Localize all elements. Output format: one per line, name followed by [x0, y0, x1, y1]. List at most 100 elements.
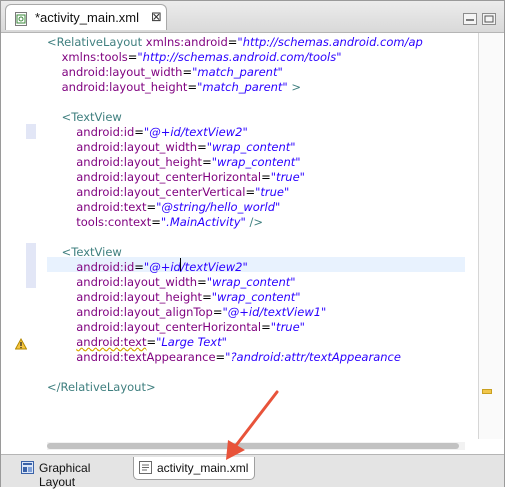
- code-line[interactable]: android:text="Large Text": [47, 335, 227, 350]
- code-token: =: [146, 200, 157, 214]
- code-line[interactable]: android:id="@+id/textView2": [47, 260, 248, 275]
- code-line[interactable]: android:id="@+id/textView2": [47, 125, 248, 140]
- code-line[interactable]: tools:context=".MainActivity" />: [47, 215, 263, 230]
- code-line[interactable]: android:layout_centerHorizontal="true": [47, 320, 305, 335]
- warning-overview-marker[interactable]: [482, 389, 492, 394]
- code-line[interactable]: <TextView: [47, 245, 122, 260]
- xml-editor-window: *activity_main.xml ⊠ <RelativeLayout xml…: [0, 0, 505, 489]
- maximize-icon[interactable]: [482, 10, 496, 25]
- code-token: "true": [270, 320, 305, 334]
- code-token: android:layout_centerHorizontal: [76, 320, 262, 334]
- code-token: <TextView: [61, 110, 122, 124]
- tab-label: Graphical Layout: [39, 461, 91, 489]
- code-token: ".MainActivity": [160, 215, 246, 229]
- code-token: <RelativeLayout: [47, 35, 146, 49]
- code-token: =: [182, 65, 193, 79]
- code-line[interactable]: <RelativeLayout xmlns:android="http://sc…: [47, 35, 423, 50]
- code-token: "wrap_content": [206, 275, 296, 289]
- code-token: />: [245, 215, 263, 229]
- xml-file-icon: [15, 11, 27, 26]
- code-line[interactable]: android:layout_height="wrap_content": [47, 290, 301, 305]
- code-line[interactable]: android:layout_alignTop="@+id/textView1": [47, 305, 326, 320]
- code-token: "wrap_content": [211, 290, 301, 304]
- change-marker: [26, 243, 36, 258]
- code-line[interactable]: android:layout_width="wrap_content": [47, 275, 296, 290]
- code-line[interactable]: android:layout_width="wrap_content": [47, 140, 296, 155]
- code-token: android:id: [76, 260, 135, 274]
- horizontal-scrollbar[interactable]: [47, 442, 465, 450]
- editor-mode-tabs: Graphical Layout activity_main.xml: [1, 454, 504, 489]
- code-token: android:layout_width: [76, 140, 198, 154]
- code-token: =: [134, 260, 144, 274]
- xml-source-icon: [139, 461, 152, 474]
- code-line[interactable]: android:layout_width="match_parent": [47, 65, 283, 80]
- code-token: android:layout_width: [76, 275, 198, 289]
- horizontal-scroll-thumb[interactable]: [47, 443, 459, 449]
- editor-tab-activity-main[interactable]: *activity_main.xml ⊠: [5, 4, 167, 30]
- minimize-icon[interactable]: [463, 10, 477, 25]
- code-line[interactable]: android:layout_centerVertical="true": [47, 185, 289, 200]
- code-token: "true": [255, 185, 290, 199]
- code-token: "match_parent": [197, 80, 288, 94]
- code-token: "wrap_content": [206, 140, 296, 154]
- code-token: xmlns:tools: [61, 50, 128, 64]
- close-tab-icon[interactable]: ⊠: [151, 10, 162, 25]
- code-token: android:text: [76, 335, 147, 349]
- code-token: "@+id/textView2": [143, 260, 248, 274]
- code-token: android:layout_height: [76, 155, 203, 169]
- editor-tab-bar: *activity_main.xml ⊠: [1, 1, 504, 33]
- code-line[interactable]: </RelativeLayout>: [47, 380, 156, 395]
- overview-ruler: [479, 33, 503, 439]
- code-line[interactable]: android:text="@string/hello_world": [47, 200, 280, 215]
- code-token: =: [215, 350, 226, 364]
- code-token: xmlns:android: [145, 35, 228, 49]
- code-token: =: [227, 35, 238, 49]
- code-token: =: [127, 50, 138, 64]
- code-line[interactable]: android:textAppearance="?android:attr/te…: [47, 350, 401, 365]
- code-token: =: [146, 335, 157, 349]
- code-token: <TextView: [61, 245, 122, 259]
- code-token: android:layout_alignTop: [76, 305, 213, 319]
- code-token: "@+id/textView1": [222, 305, 327, 319]
- code-token: android:textAppearance: [76, 350, 216, 364]
- code-token: =: [261, 320, 271, 334]
- code-token: "@+id/textView2": [143, 125, 248, 139]
- code-line[interactable]: android:layout_height="match_parent" >: [47, 80, 301, 95]
- code-token: =: [151, 215, 161, 229]
- text-caret: [180, 258, 181, 271]
- warning-icon[interactable]: [14, 335, 28, 350]
- code-token: "wrap_content": [211, 155, 301, 169]
- code-area[interactable]: <RelativeLayout xmlns:android="http://sc…: [47, 33, 465, 439]
- code-line[interactable]: xmlns:tools="http://schemas.android.com/…: [47, 50, 342, 65]
- tab-xml-source[interactable]: activity_main.xml: [133, 457, 255, 480]
- code-token: android:text: [76, 200, 147, 214]
- vertical-ruler: [1, 33, 37, 439]
- code-token: =: [197, 140, 207, 154]
- code-token: =: [245, 185, 256, 199]
- change-marker: [26, 258, 36, 273]
- tab-label: activity_main.xml: [157, 461, 249, 475]
- code-line[interactable]: android:layout_centerHorizontal="true": [47, 170, 305, 185]
- source-editor[interactable]: <RelativeLayout xmlns:android="http://sc…: [1, 33, 479, 450]
- graphical-layout-icon: [21, 461, 34, 474]
- code-line[interactable]: android:layout_height="wrap_content": [47, 155, 301, 170]
- code-token: "Large Text": [156, 335, 227, 349]
- editor-tab-title: *activity_main.xml: [35, 10, 140, 25]
- code-token: android:layout_centerHorizontal: [76, 170, 262, 184]
- code-token: =: [202, 290, 212, 304]
- tab-graphical-layout[interactable]: Graphical Layout: [17, 457, 129, 489]
- code-line[interactable]: <TextView: [47, 110, 122, 125]
